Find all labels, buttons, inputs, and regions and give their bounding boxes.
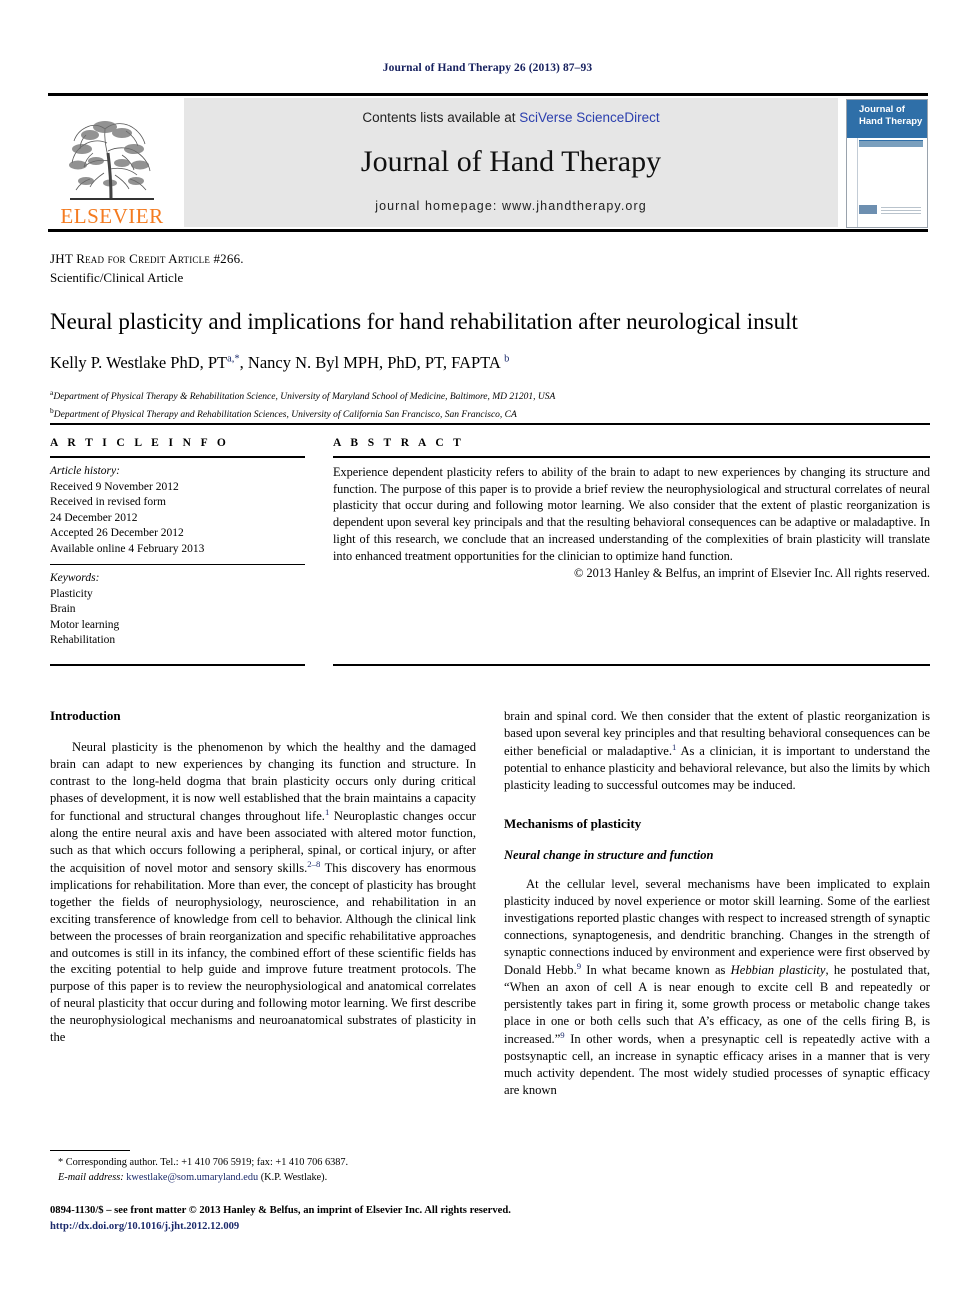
abstract-text: Experience dependent plasticity refers t… (333, 465, 930, 563)
paragraph-emphasis: Hebbian plasticity (730, 962, 826, 977)
keywords-rule (50, 564, 305, 566)
keyword-item: Brain (50, 603, 76, 616)
abstract-column: A B S T R A C T Experience dependent pla… (333, 437, 930, 649)
keywords-label: Keywords: (50, 572, 100, 585)
abstract-heading: A B S T R A C T (333, 437, 465, 449)
doi-link[interactable]: http://dx.doi.org/10.1016/j.jht.2012.12.… (50, 1219, 930, 1235)
history-item: Received in revised form (50, 496, 166, 509)
section-heading-mechanisms: Mechanisms of plasticity (504, 815, 642, 831)
info-abstract-band: A R T I C L E I N F O Article history: R… (50, 437, 930, 649)
elsevier-tree-icon (60, 113, 164, 205)
abstract-copyright: © 2013 Hanley & Belfus, an imprint of El… (574, 566, 930, 581)
email-label: E-mail address: (58, 1171, 124, 1183)
paragraph-part: In other words, when a presynaptic cell … (504, 1031, 930, 1097)
sciencedirect-link[interactable]: SciVerse ScienceDirect (519, 110, 659, 125)
email-link[interactable]: kwestlake@som.umaryland.edu (126, 1172, 258, 1183)
cover-footer-block (859, 205, 921, 217)
article-info-column: A R T I C L E I N F O Article history: R… (50, 437, 305, 649)
footnote-email-line: E-mail address: kwestlake@som.umaryland.… (50, 1171, 476, 1186)
article-history-block: Article history: Received 9 November 201… (50, 464, 305, 557)
email-suffix: (K.P. Westlake). (258, 1171, 328, 1183)
info-band-bottom-rule-right (333, 664, 930, 666)
cover-title-line1: Journal of (859, 104, 905, 115)
history-item: 24 December 2012 (50, 511, 138, 524)
affiliations: aDepartment of Physical Therapy & Rehabi… (50, 387, 930, 423)
cover-footer-badge (859, 205, 877, 214)
journal-title: Journal of Hand Therapy (360, 145, 662, 178)
contents-prefix: Contents lists available at (362, 110, 520, 125)
article-info-heading: A R T I C L E I N F O (50, 437, 230, 449)
cover-rule (859, 140, 923, 147)
author-2-mark[interactable]: b (504, 354, 509, 365)
keyword-item: Motor learning (50, 618, 120, 631)
affiliation-b: bDepartment of Physical Therapy and Reha… (50, 405, 930, 423)
elsevier-wordmark: ELSEVIER (60, 204, 164, 228)
journal-cover-thumbnail: Journal of Hand Therapy (846, 99, 928, 228)
author-1: Kelly P. Westlake PhD, PT (50, 353, 228, 373)
abstract-rule (333, 456, 930, 458)
page-title: Neural plasticity and implications for h… (50, 308, 798, 334)
body-column-right: brain and spinal cord. We then consider … (504, 708, 930, 1099)
author-1-marks[interactable]: a,* (227, 354, 240, 365)
elsevier-logo: ELSEVIER (48, 98, 176, 231)
affiliation-a: aDepartment of Physical Therapy & Rehabi… (50, 387, 930, 405)
read-for-credit-label: JHT Read for Credit Article #266. (50, 251, 244, 266)
history-item: Received 9 November 2012 (50, 480, 179, 493)
journal-masthead: ELSEVIER Contents lists available at Sci… (48, 93, 928, 232)
cover-footer-lines (881, 207, 921, 214)
paper-page: Journal of Hand Therapy 26 (2013) 87–93 (0, 0, 975, 1305)
history-item: Available online 4 February 2013 (50, 542, 205, 555)
cover-title-line2: Hand Therapy (859, 115, 923, 127)
keyword-item: Rehabilitation (50, 634, 116, 647)
body-columns: Introduction Neural plasticity is the ph… (50, 708, 930, 1099)
paragraph-part: This discovery has enormous implications… (50, 860, 476, 1045)
keywords-block: Keywords: Plasticity Brain Motor learnin… (50, 571, 305, 649)
contents-available-line: Contents lists available at SciVerse Sci… (362, 110, 659, 125)
cover-banner-text: Journal of Hand Therapy (859, 104, 922, 128)
affiliation-b-text: Department of Physical Therapy and Rehab… (53, 409, 517, 420)
body-column-left: Introduction Neural plasticity is the ph… (50, 708, 476, 1099)
footnote-rule (50, 1150, 130, 1151)
paragraph-part: In what became known as (581, 962, 731, 977)
paragraph: brain and spinal cord. We then consider … (504, 708, 930, 794)
masthead-center: Contents lists available at SciVerse Sci… (184, 98, 838, 227)
article-head: JHT Read for Credit Article #266. Scient… (50, 250, 930, 422)
paragraph: At the cellular level, several mechanism… (504, 876, 930, 1099)
running-head: Journal of Hand Therapy 26 (2013) 87–93 (382, 62, 593, 74)
issn-copyright-line: 0894-1130/$ – see front matter © 2013 Ha… (50, 1205, 511, 1216)
info-band-bottom-rule-left (50, 664, 305, 666)
footnote-corresponding-line: * Corresponding author. Tel.: +1 410 706… (58, 1157, 349, 1168)
section-heading-introduction: Introduction (50, 708, 121, 723)
page-footer: 0894-1130/$ – see front matter © 2013 Ha… (50, 1203, 930, 1235)
history-item: Accepted 26 December 2012 (50, 527, 184, 540)
article-history-label: Article history: (50, 465, 120, 477)
paragraph: Neural plasticity is the phenomenon by w… (50, 739, 476, 1046)
author-2: , Nancy N. Byl MPH, PhD, PT, FAPTA (239, 353, 505, 373)
journal-homepage[interactable]: journal homepage: www.jhandtherapy.org (375, 199, 647, 213)
article-type-label: Scientific/Clinical Article (50, 269, 184, 285)
corresponding-author-footnote: * Corresponding author. Tel.: +1 410 706… (50, 1150, 476, 1186)
subsection-heading-neural-change: Neural change in structure and function (504, 847, 714, 862)
citation-ref[interactable]: 2–8 (307, 859, 320, 869)
author-list: Kelly P. Westlake PhD, PTa,*, Nancy N. B… (50, 352, 930, 373)
keyword-item: Plasticity (50, 587, 93, 600)
article-info-rule (50, 456, 305, 458)
info-band-top-rule (50, 423, 930, 425)
cover-vertical-line (857, 138, 858, 227)
affiliation-a-text: Department of Physical Therapy & Rehabil… (53, 391, 556, 402)
